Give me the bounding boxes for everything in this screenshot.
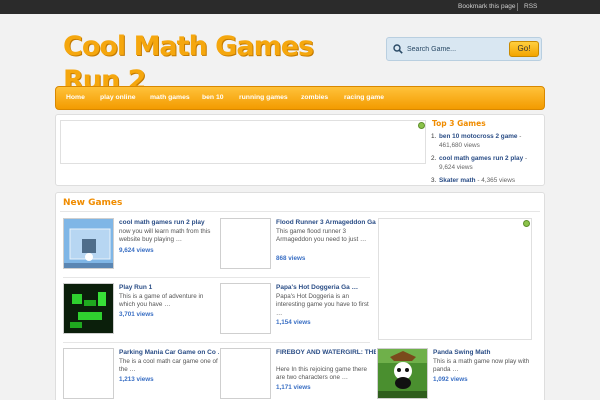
game-thumbnail[interactable]: [377, 348, 428, 399]
topbar-divider: [517, 3, 518, 11]
top3-game-link[interactable]: ben 10 motocross 2 game: [439, 133, 518, 140]
search-icon: [393, 44, 403, 54]
rss-link[interactable]: RSS: [524, 3, 537, 10]
top3-game-link[interactable]: cool math games run 2 play: [439, 155, 523, 162]
panda-thumbnail-art: [378, 349, 427, 398]
bookmark-link[interactable]: Bookmark this page: [458, 3, 515, 10]
game-title-link[interactable]: Flood Runner 3 Armageddon Ga …: [276, 218, 376, 227]
game-card-run2[interactable]: cool math games run 2 play now you will …: [63, 218, 218, 276]
game-title-link[interactable]: Panda Swing Math: [433, 348, 533, 357]
logo-line-2: Run 2: [63, 65, 146, 86]
nav-item-zombies[interactable]: zombies: [301, 94, 328, 101]
game-card-parking-mania[interactable]: Parking Mania Car Game on Co … The is a …: [63, 348, 219, 400]
nav-item-running-games[interactable]: running games: [239, 94, 288, 101]
main-nav: Home play online math games ben 10 runni…: [55, 86, 545, 110]
run2-thumbnail-art: [64, 219, 113, 268]
row-divider: [63, 342, 370, 343]
top-bar: Bookmark this page RSS: [0, 0, 600, 14]
row-divider: [63, 277, 370, 278]
site-logo[interactable]: Cool Math Games Run 2: [63, 30, 383, 86]
rank-number: 3.: [431, 177, 437, 184]
nav-item-math-games[interactable]: math games: [150, 94, 190, 101]
game-title-link[interactable]: cool math games run 2 play: [119, 218, 219, 227]
game-title-link[interactable]: Papa's Hot Doggeria Ga …: [276, 283, 376, 292]
game-thumbnail[interactable]: [220, 348, 271, 399]
top3-title: Top 3 Games: [432, 119, 486, 128]
game-views: 9,624 views: [119, 247, 154, 254]
game-views: 1,213 views: [119, 376, 154, 383]
nav-item-home[interactable]: Home: [66, 94, 85, 101]
run1-thumbnail-art: [64, 284, 113, 333]
game-thumbnail[interactable]: [63, 283, 114, 334]
game-thumbnail[interactable]: [220, 283, 271, 334]
game-description: This is a game of adventure in which you…: [119, 293, 204, 309]
search-go-button[interactable]: Go!: [509, 41, 539, 57]
search-input[interactable]: [407, 43, 505, 56]
game-description: Papa's Hot Doggeria is an interesting ga…: [276, 293, 369, 317]
game-title-link[interactable]: Parking Mania Car Game on Co …: [119, 348, 219, 357]
game-title-link[interactable]: FIREBOY AND WATERGIRL: THE F …: [276, 348, 376, 357]
game-thumbnail[interactable]: [63, 348, 114, 399]
nav-item-ben-10[interactable]: ben 10: [202, 94, 224, 101]
game-title-link[interactable]: Play Run 1: [119, 283, 219, 292]
top3-game-link[interactable]: Skater math: [439, 177, 476, 184]
nav-item-racing-game[interactable]: racing game: [344, 94, 384, 101]
side-ad[interactable]: [378, 218, 532, 340]
ad-banner[interactable]: [60, 120, 426, 164]
game-views: 1,171 views: [276, 384, 311, 391]
search-box: Go!: [386, 37, 542, 61]
game-thumbnail[interactable]: [63, 218, 114, 269]
game-description: This is a math game now play with panda …: [433, 358, 530, 374]
top3-views: - 4,365 views: [475, 177, 516, 184]
rank-number: 1.: [431, 133, 437, 140]
game-card-run1[interactable]: Play Run 1 This is a game of adventure i…: [63, 283, 218, 341]
game-description: This game flood runner 3 Armageddon you …: [276, 228, 367, 244]
game-description: The is a cool math car game one of the …: [119, 358, 218, 374]
game-card-panda-swing[interactable]: Panda Swing Math This is a math game now…: [377, 348, 532, 400]
game-views: 3,701 views: [119, 311, 154, 318]
ad-choices-icon[interactable]: [523, 220, 530, 227]
game-views: 1,154 views: [276, 319, 311, 326]
logo-line-1: Cool Math Games: [63, 31, 314, 62]
game-card-fireboy-watergirl[interactable]: FIREBOY AND WATERGIRL: THE F … Here In t…: [220, 348, 376, 400]
game-description: now you will learn math from this websit…: [119, 228, 211, 244]
ad-choices-icon[interactable]: [418, 122, 425, 129]
list-item: 1. ben 10 motocross 2 game - 461,680 view…: [431, 132, 543, 150]
game-card-hot-doggeria[interactable]: Papa's Hot Doggeria Ga … Papa's Hot Dogg…: [220, 283, 375, 341]
game-description: Here In this rejoicing game there are tw…: [276, 366, 368, 382]
nav-item-play-online[interactable]: play online: [100, 94, 136, 101]
rank-number: 2.: [431, 155, 437, 162]
section-divider: [60, 211, 540, 212]
new-games-title: New Games: [63, 198, 123, 208]
game-card-flood-runner[interactable]: Flood Runner 3 Armageddon Ga … This game…: [220, 218, 376, 276]
list-item: 2. cool math games run 2 play - 9,624 vie…: [431, 154, 543, 172]
list-item: 3. Skater math - 4,365 views: [431, 176, 543, 185]
game-thumbnail[interactable]: [220, 218, 271, 269]
game-views: 868 views: [276, 255, 306, 262]
game-views: 1,092 views: [433, 376, 468, 383]
top3-list: 1. ben 10 motocross 2 game - 461,680 view…: [431, 132, 543, 189]
